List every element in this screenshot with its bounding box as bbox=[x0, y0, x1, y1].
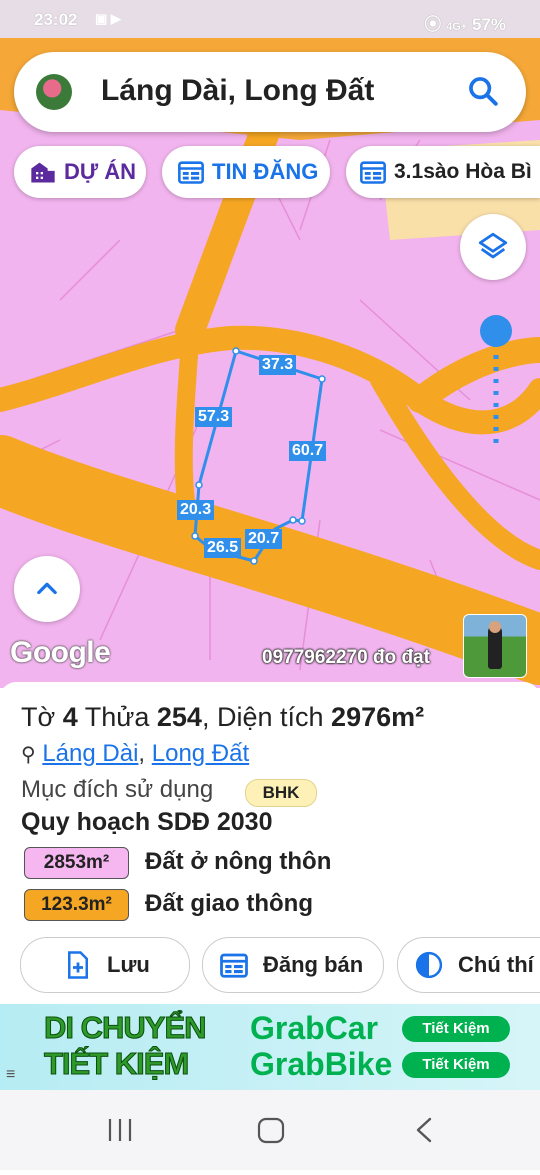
avatar[interactable] bbox=[36, 74, 72, 110]
back-icon bbox=[416, 1117, 432, 1143]
zone-area-badge: 123.3m² bbox=[24, 889, 129, 921]
chip-listings[interactable]: TIN ĐĂNG bbox=[162, 146, 330, 198]
post-for-sale-button[interactable]: Đăng bán bbox=[202, 937, 384, 993]
ad-subheadline: TIẾT KIỆM bbox=[43, 1046, 189, 1082]
battery-level: 57% bbox=[471, 15, 506, 34]
contrast-icon bbox=[415, 951, 443, 979]
calendar-icon bbox=[360, 161, 386, 184]
chip-projects[interactable]: DỰ ÁN bbox=[14, 146, 146, 198]
calendar-icon bbox=[220, 953, 248, 978]
ad-banner[interactable]: DI CHUYỂN TIẾT KIỆM GrabCar GrabBike Tiế… bbox=[0, 1004, 540, 1090]
recents-icon bbox=[108, 1119, 132, 1141]
layers-button[interactable] bbox=[460, 214, 526, 280]
search-query[interactable]: Láng Dài, Long Đất bbox=[101, 74, 374, 108]
save-label: Lưu bbox=[107, 952, 150, 977]
parcel-info-panel: Tờ 4 Thửa 254, Diện tích 2976m² ⚲ Láng D… bbox=[0, 682, 540, 1000]
save-button[interactable]: Lưu bbox=[20, 937, 190, 993]
ad-pill: Tiết Kiệm bbox=[402, 1052, 510, 1078]
purpose-label: Mục đích sử dụng bbox=[21, 776, 214, 803]
chip-listing-label: 3.1sào Hòa Bì bbox=[394, 160, 532, 183]
chevron-up-icon bbox=[37, 582, 57, 595]
status-right: ⦿ 4G+ 57% bbox=[424, 10, 506, 35]
slider-handle bbox=[480, 315, 512, 347]
system-nav-bar bbox=[0, 1090, 540, 1170]
legend-label: Chú thí bbox=[458, 952, 534, 977]
parcel-location: ⚲ Láng Dài, Long Đất bbox=[21, 740, 250, 767]
ad-headline: DI CHUYỂN bbox=[44, 1010, 208, 1046]
nav-icons bbox=[108, 1117, 432, 1144]
edge-label: 20.3 bbox=[177, 500, 215, 520]
district-link[interactable]: Long Đất bbox=[152, 740, 249, 767]
home-icon bbox=[257, 1117, 285, 1144]
expand-up-button[interactable] bbox=[14, 556, 80, 622]
pin-icon: ⚲ bbox=[21, 744, 36, 766]
layers-icon bbox=[478, 232, 508, 259]
buildings-icon bbox=[31, 162, 55, 183]
legend-button[interactable]: Chú thí bbox=[397, 937, 540, 993]
chip-projects-label: DỰ ÁN bbox=[64, 159, 137, 184]
ad-menu-icon[interactable]: ≡ bbox=[6, 1066, 15, 1084]
signal-label: 4G+ bbox=[446, 21, 468, 33]
map-canvas[interactable]: 37.3 60.7 20.7 26.5 20.3 57.3 bbox=[0, 38, 540, 688]
ad-pill: Tiết Kiệm bbox=[402, 1016, 510, 1042]
calendar-icon bbox=[178, 161, 204, 184]
edge-label: 57.3 bbox=[195, 407, 233, 427]
add-file-icon bbox=[68, 951, 88, 979]
search-icon[interactable] bbox=[466, 74, 500, 108]
ad-brand-bike: GrabBike bbox=[250, 1046, 393, 1082]
chip-listings-label: TIN ĐĂNG bbox=[212, 159, 319, 184]
zone-area-badge: 2853m² bbox=[24, 847, 129, 879]
status-bar: 23:02 ▣ ▶ ⦿ 4G+ 57% bbox=[0, 0, 540, 38]
commune-link[interactable]: Láng Dài bbox=[42, 740, 138, 767]
post-for-sale-label: Đăng bán bbox=[263, 952, 364, 977]
zone-label: Đất ở nông thôn bbox=[145, 848, 332, 875]
edge-label: 60.7 bbox=[289, 441, 327, 461]
plan-title: Quy hoạch SDĐ 2030 bbox=[21, 808, 273, 836]
purpose-badge: BHK bbox=[245, 779, 317, 807]
edge-label: 37.3 bbox=[259, 355, 297, 375]
zone-label: Đất giao thông bbox=[145, 890, 313, 917]
person-head bbox=[489, 621, 501, 633]
google-logo: Google bbox=[10, 636, 111, 669]
notification-icons: ▣ ▶ bbox=[95, 11, 121, 26]
status-time: 23:02 bbox=[34, 10, 78, 29]
chip-listing-hoa-binh[interactable]: 3.1sào Hòa Bì bbox=[346, 146, 540, 198]
edge-label: 20.7 bbox=[245, 529, 283, 549]
location-icon: ⦿ bbox=[424, 15, 442, 34]
parcel-title: Tờ 4 Thửa 254, Diện tích 2976m² bbox=[21, 702, 425, 732]
contact-watermark[interactable]: 0977962270 đo đạt bbox=[262, 647, 430, 669]
search-bar[interactable]: Láng Dài, Long Đất bbox=[14, 52, 526, 132]
contact-thumbnail[interactable] bbox=[463, 614, 527, 678]
edge-label: 26.5 bbox=[204, 538, 242, 558]
ad-brand-car: GrabCar bbox=[250, 1010, 379, 1046]
